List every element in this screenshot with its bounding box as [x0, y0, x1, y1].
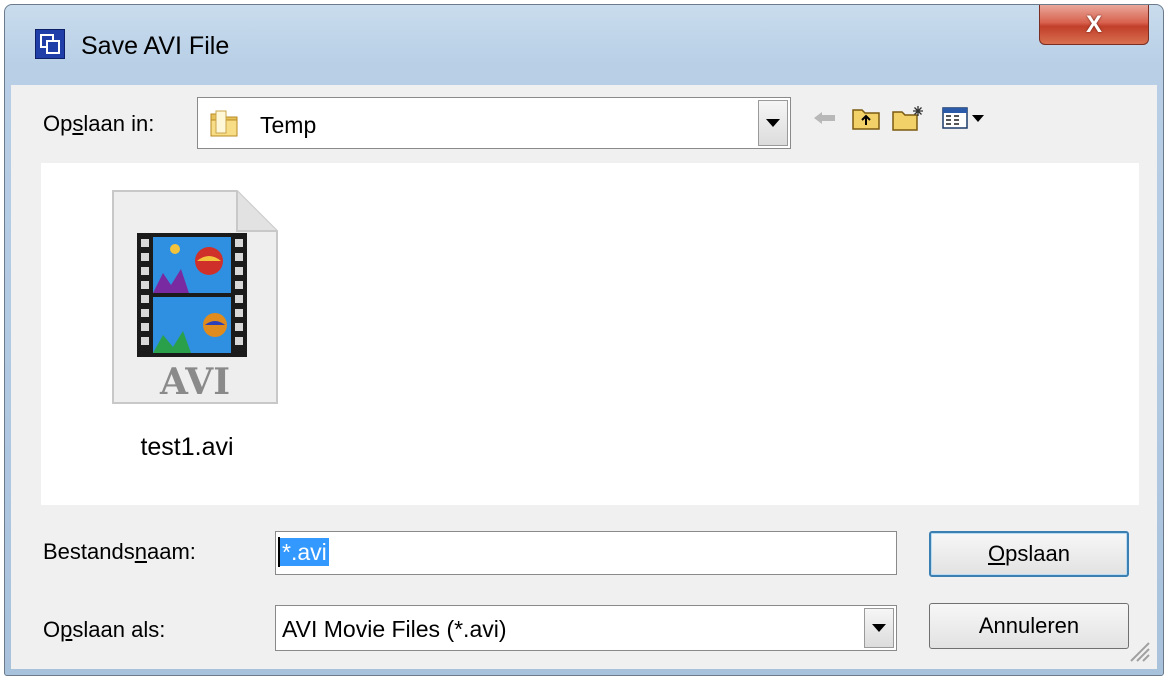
- avi-video-file-icon: AVI: [111, 189, 279, 410]
- file-list-view[interactable]: AVI test1.avi: [41, 163, 1139, 505]
- filename-value: *.avi: [280, 538, 329, 566]
- app-window-icon: [35, 29, 65, 59]
- filename-input[interactable]: *.avi: [275, 531, 897, 575]
- chevron-down-icon: [766, 119, 780, 127]
- filetype-dropdown-button[interactable]: [864, 608, 894, 648]
- view-menu-icon: [942, 106, 986, 135]
- file-name: test1.avi: [140, 433, 234, 461]
- title-bar[interactable]: Save AVI File X: [5, 5, 1163, 89]
- file-type-badge: AVI: [159, 361, 230, 403]
- cancel-button[interactable]: Annuleren: [929, 603, 1129, 649]
- filetype-label: Opslaan als:: [43, 617, 166, 642]
- save-avi-dialog: Save AVI File X Opslaan in: Temp AVI tes…: [4, 4, 1164, 676]
- filename-label: Bestandsnaam:: [43, 539, 196, 564]
- new-folder-button[interactable]: [891, 105, 925, 135]
- save-button[interactable]: Opslaan: [929, 531, 1129, 577]
- save-button-label: Opslaan: [988, 541, 1070, 566]
- close-button[interactable]: X: [1039, 5, 1149, 45]
- chevron-down-icon: [872, 624, 886, 632]
- up-folder-icon: [851, 105, 881, 136]
- up-folder-button[interactable]: [849, 105, 883, 135]
- dialog-body: Opslaan in: Temp AVI test1.avi Bestandsn…: [11, 85, 1157, 669]
- filetype-combobox[interactable]: AVI Movie Files (*.avi): [275, 605, 897, 651]
- view-menu-button[interactable]: [941, 105, 987, 135]
- close-icon: X: [1085, 10, 1102, 38]
- window-title: Save AVI File: [81, 32, 230, 60]
- lookin-value: Temp: [260, 112, 317, 138]
- filetype-value: AVI Movie Files (*.avi): [282, 616, 507, 642]
- back-button[interactable]: [811, 105, 839, 135]
- lookin-dropdown-button[interactable]: [758, 100, 788, 146]
- lookin-combobox[interactable]: Temp: [197, 97, 791, 149]
- lookin-label: Opslaan in:: [43, 111, 155, 136]
- new-folder-icon: [891, 104, 925, 137]
- folder-icon: [208, 108, 240, 143]
- back-arrow-icon: [813, 111, 837, 130]
- resize-grip-icon[interactable]: [1125, 637, 1151, 663]
